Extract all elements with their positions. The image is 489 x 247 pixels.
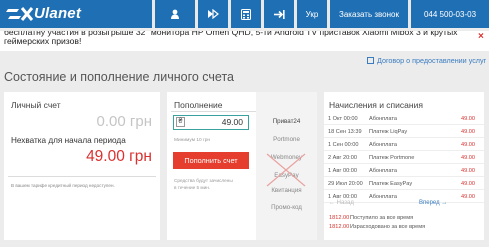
charges-title: Начисления и списания (329, 100, 423, 110)
charge-date: 18 Сен 13:39 (328, 129, 362, 135)
amount-value: 49.00 (221, 117, 243, 127)
account-balance: 0.00 грн (96, 113, 152, 130)
charge-description: Абонплата (369, 194, 398, 200)
account-title: Личный счет (11, 100, 61, 110)
credit-note: В вашем тарифе кредитный период недоступ… (11, 183, 115, 188)
total-in-value: 1812.00 (329, 215, 350, 221)
method-promo-code[interactable]: Промо-код (256, 204, 317, 211)
total-out-value: 1812.00 (329, 224, 350, 230)
topup-title: Пополнение (174, 100, 223, 110)
total-out-label: Израсходовано за все время (350, 224, 426, 230)
table-row: 18 Сен 13:39 Платеж LiqPay 49.00 (324, 125, 484, 138)
language-switch[interactable]: Укр (297, 0, 327, 28)
shortage-label: Нехватка для начала периода (11, 136, 126, 145)
contract-link-label: Договор о предоставлении услуг (377, 56, 487, 65)
charge-amount: 49.00 (461, 155, 475, 161)
total-in-label: Поступило за все время (350, 215, 414, 221)
shortage-value: 49.00 грн (86, 148, 152, 165)
logout-button[interactable] (264, 0, 294, 28)
table-row: 1 Авг 00:00 Абонплата 49.00 (324, 164, 484, 177)
promo-notice: бесплатну участия в розыгрыше 32" монито… (0, 31, 489, 51)
phone-number[interactable]: 044 500-03-03 (411, 0, 489, 28)
charge-amount: 49.00 (461, 116, 475, 122)
prev-page-button[interactable]: ← Назад (329, 200, 354, 206)
account-panel: Личный счет 0.00 грн Нехватка для начала… (4, 92, 160, 240)
amount-input[interactable]: ₴ 49.00 (173, 115, 249, 130)
method-privat24[interactable]: Приват24 (256, 118, 317, 125)
charge-amount: 49.00 (461, 168, 475, 174)
charge-description: Абонплата (369, 142, 398, 148)
user-button[interactable] (155, 0, 195, 28)
charge-date: 2 Авг 20:00 (328, 155, 357, 161)
table-row: 29 Июл 20:00 Платеж EasyPay 49.00 (324, 177, 484, 190)
promo-notice-text: бесплатну участия в розыгрыше 32" монито… (4, 31, 458, 46)
document-icon (367, 57, 374, 64)
divider (8, 176, 156, 177)
charge-date: 1 Авг 00:00 (328, 168, 357, 174)
page-title: Состояние и пополнение личного счета (4, 70, 234, 84)
logout-icon (273, 9, 285, 19)
total-in-row: 1812.00Поступило за все время (329, 215, 413, 221)
charge-amount: 49.00 (461, 181, 475, 187)
calculator-icon (241, 8, 251, 20)
user-icon (171, 9, 179, 19)
tv-button[interactable] (198, 0, 228, 28)
charge-description: Платеж EasyPay (369, 181, 413, 187)
charge-date: 1 Сен 00:00 (328, 142, 359, 148)
table-row: 1 Сен 00:00 Абонплата 49.00 (324, 138, 484, 151)
table-row: 1 Окт 00:00 Абонплата 49.00 (324, 112, 484, 125)
unavailable-cross-icon (266, 153, 306, 187)
logo-text: Ulanet (34, 5, 82, 22)
charges-panel: Начисления и списания 1 Окт 00:00 Абонпла… (324, 92, 484, 240)
charge-amount: 49.00 (461, 194, 475, 200)
charge-description: Абонплата (369, 116, 398, 122)
logo[interactable]: Ulanet (0, 0, 152, 28)
charge-amount: 49.00 (461, 129, 475, 135)
table-row: 2 Авг 20:00 Платеж Portmone 49.00 (324, 151, 484, 164)
charge-date: 1 Окт 00:00 (328, 116, 358, 122)
close-icon[interactable]: × (478, 31, 484, 42)
charge-date: 29 Июл 20:00 (328, 181, 363, 187)
total-out-row: 1812.00Израсходовано за все время (329, 224, 425, 230)
method-portmone[interactable]: Portmone (256, 136, 317, 143)
play-icon (208, 9, 219, 19)
credit-time-note-2: в течение 5 мин. (174, 185, 211, 190)
top-navigation: Ulanet Укр Заказать звонок 044 500-03-03 (0, 0, 489, 28)
min-amount-note: Минимум 10 грн (174, 138, 211, 143)
charge-description: Платеж Portmone (369, 155, 415, 161)
charge-description: Платеж LiqPay (369, 129, 408, 135)
charge-amount: 49.00 (461, 142, 475, 148)
credit-time-note: Средства будут зачислены (174, 178, 233, 183)
divider (171, 111, 256, 112)
calculator-button[interactable] (231, 0, 261, 28)
currency-icon: ₴ (176, 117, 185, 127)
next-page-button[interactable]: Вперед → (419, 200, 447, 206)
topup-button[interactable]: Пополнить счет (173, 152, 249, 169)
callback-button[interactable]: Заказать звонок (330, 0, 408, 28)
charge-description: Абонплата (369, 168, 398, 174)
contract-link[interactable]: Договор о предоставлении услуг (367, 56, 486, 65)
